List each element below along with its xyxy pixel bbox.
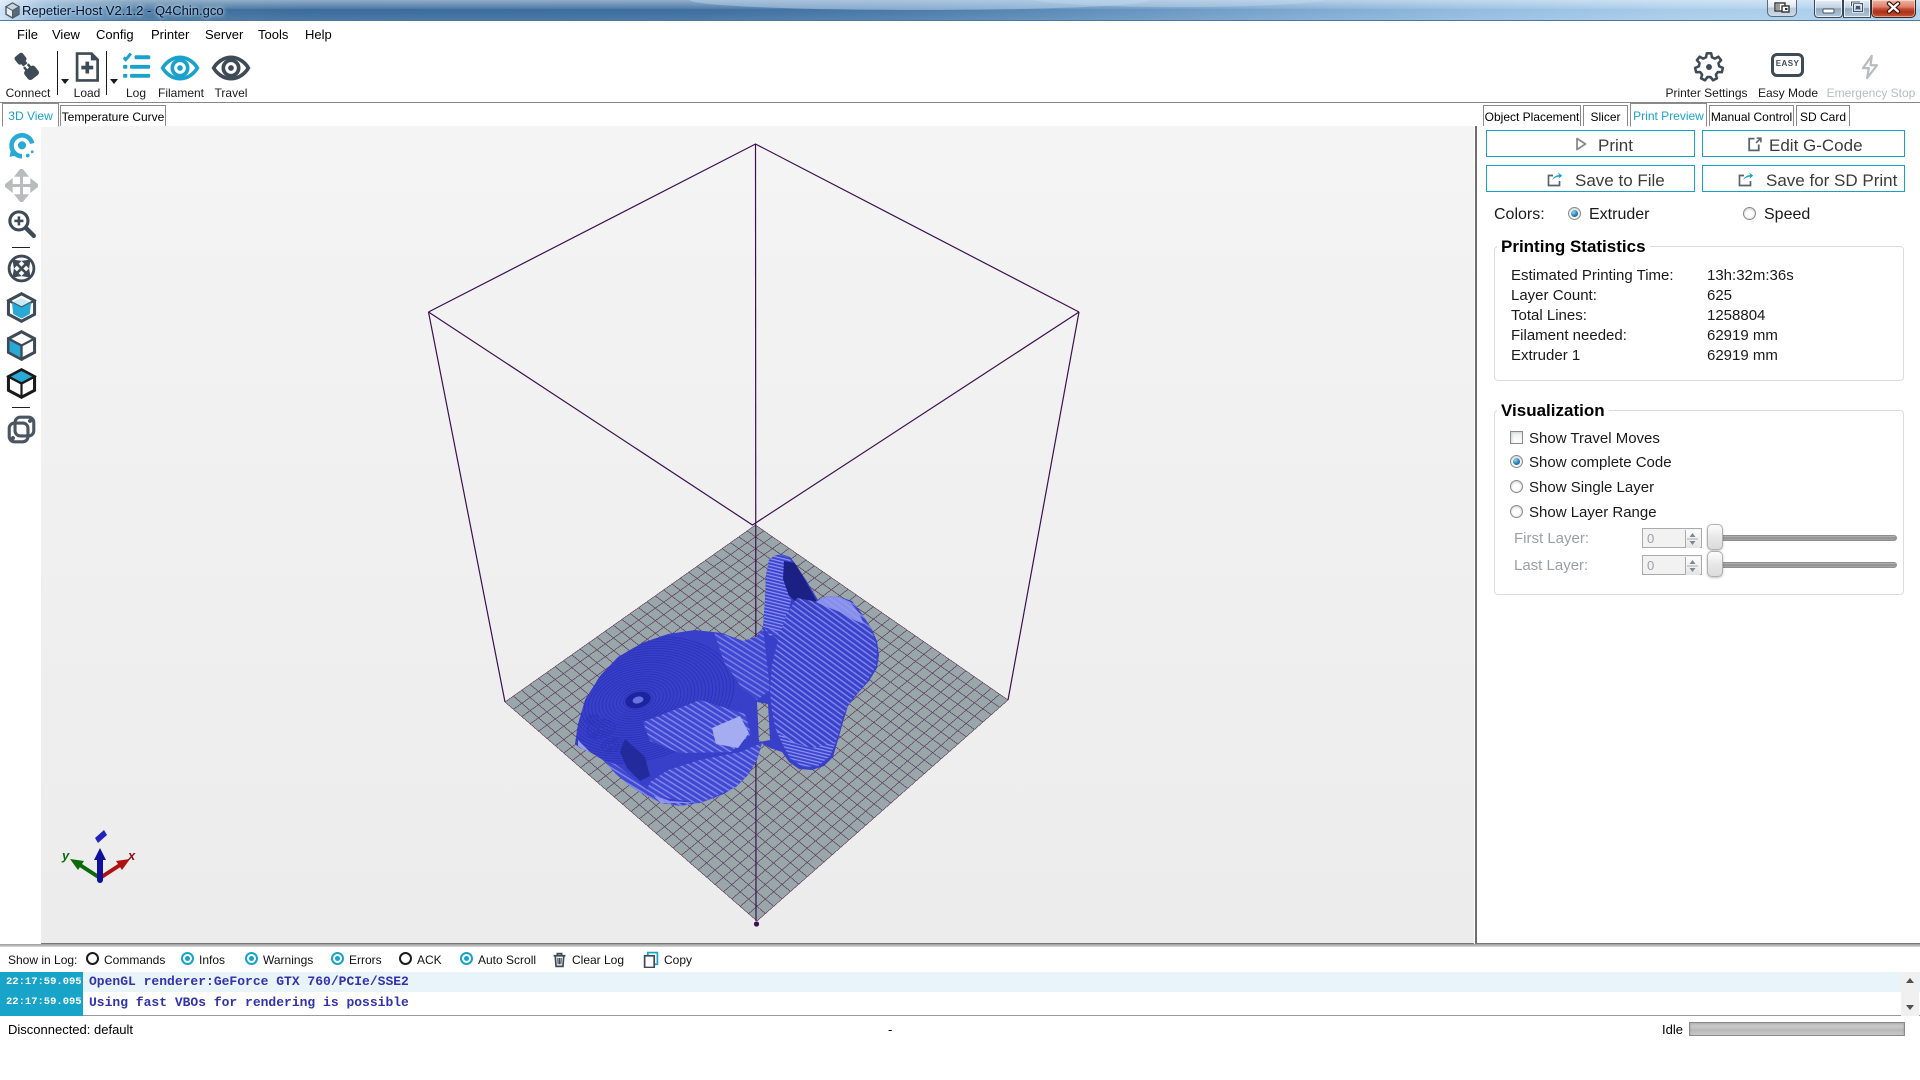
svg-text:x: x [127,848,136,863]
svg-text:y: y [61,848,70,863]
